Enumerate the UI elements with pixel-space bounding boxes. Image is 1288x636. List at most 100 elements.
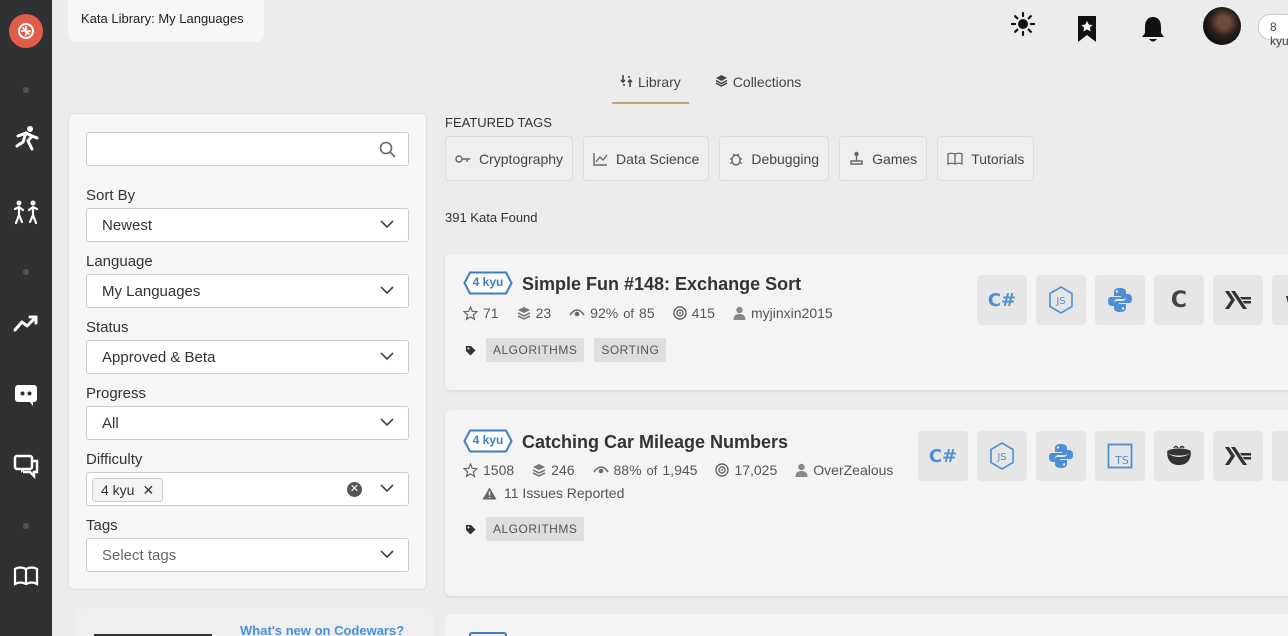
stack-icon bbox=[517, 307, 530, 320]
kata-card[interactable]: 4 kyu Simple Fun #148: Exchange Sort 71 … bbox=[445, 254, 1288, 390]
bookmark-icon[interactable] bbox=[1076, 15, 1098, 48]
target-icon bbox=[715, 463, 730, 477]
clojure-icon[interactable] bbox=[1272, 431, 1288, 481]
docs-icon[interactable] bbox=[0, 565, 52, 587]
library-tabs: Library Collections bbox=[612, 68, 809, 104]
discussions-icon[interactable] bbox=[0, 453, 52, 479]
bug-icon bbox=[730, 153, 743, 166]
avatar[interactable] bbox=[1203, 7, 1241, 45]
javascript-icon[interactable]: JS bbox=[977, 431, 1027, 481]
language-icons: C# JS C bbox=[977, 275, 1288, 325]
featured-tags-title: FEATURED TAGS bbox=[445, 115, 552, 130]
search-icon[interactable] bbox=[379, 141, 396, 163]
eye-icon bbox=[592, 466, 609, 474]
coffeescript-icon[interactable] bbox=[1154, 431, 1204, 481]
stack-icon bbox=[532, 464, 546, 477]
difficulty-select[interactable]: 4 kyu ✕ ✕ bbox=[86, 472, 409, 506]
python-icon[interactable] bbox=[1036, 431, 1086, 481]
kata-title[interactable]: Simple Fun #148: Exchange Sort bbox=[522, 274, 801, 295]
chart-icon bbox=[593, 152, 608, 166]
codewars-logo-icon[interactable] bbox=[0, 14, 52, 48]
svg-text:JS: JS bbox=[996, 452, 1006, 463]
progress-select[interactable]: All bbox=[86, 406, 409, 440]
kata-card[interactable] bbox=[445, 614, 1288, 636]
tag-icon bbox=[466, 524, 476, 534]
chevron-down-icon bbox=[380, 286, 394, 295]
chevron-down-icon bbox=[380, 484, 394, 493]
kyu-badge bbox=[469, 632, 507, 636]
whats-new-link[interactable]: What's new on Codewars? bbox=[240, 623, 404, 636]
kata-title[interactable]: Catching Car Mileage Numbers bbox=[522, 432, 788, 453]
nav-separator bbox=[0, 523, 52, 529]
search-input[interactable] bbox=[86, 132, 409, 166]
sort-by-select[interactable]: Newest bbox=[86, 208, 409, 242]
collections-icon bbox=[715, 75, 728, 87]
tags-select[interactable]: Select tags bbox=[86, 538, 409, 572]
nav-separator bbox=[0, 269, 52, 275]
language-icons: C# JS TS bbox=[918, 431, 1288, 481]
python-icon[interactable] bbox=[1095, 275, 1145, 325]
author-stat[interactable]: myjinxin2015 bbox=[733, 305, 833, 321]
difficulty-chip[interactable]: 4 kyu ✕ bbox=[92, 478, 164, 502]
nav-separator bbox=[0, 87, 52, 93]
status-select[interactable]: Approved & Beta bbox=[86, 340, 409, 374]
rank-badge[interactable]: 8 kyu bbox=[1258, 14, 1288, 48]
target-icon bbox=[672, 306, 687, 320]
stars-stat: 1508 bbox=[463, 462, 514, 478]
user-icon bbox=[795, 463, 808, 477]
kata-card[interactable]: 4 kyu Catching Car Mileage Numbers 1508 … bbox=[445, 410, 1288, 596]
haskell-icon[interactable] bbox=[1213, 275, 1263, 325]
progress-value: All bbox=[102, 415, 119, 432]
kata-tags: ALGORITHMS bbox=[465, 517, 585, 541]
csharp-icon[interactable]: C# bbox=[977, 275, 1027, 325]
star-icon bbox=[463, 462, 478, 478]
library-icon bbox=[620, 75, 633, 87]
tab-collections[interactable]: Collections bbox=[707, 68, 809, 104]
progress-label: Progress bbox=[86, 385, 147, 402]
kata-tag[interactable]: SORTING bbox=[594, 338, 667, 362]
csharp-icon[interactable]: C# bbox=[918, 431, 968, 481]
kata-tag[interactable]: ALGORITHMS bbox=[486, 517, 585, 541]
tags-label: Tags bbox=[86, 517, 118, 534]
kata-found-count: 391 Kata Found bbox=[445, 210, 538, 225]
filter-panel: Sort By Newest Language My Languages Sta… bbox=[68, 113, 427, 590]
training-icon[interactable] bbox=[0, 124, 52, 152]
featured-tag-games[interactable]: Games bbox=[839, 136, 928, 181]
featured-tag-tutorials[interactable]: Tutorials bbox=[937, 136, 1035, 181]
theme-sun-icon[interactable] bbox=[1010, 11, 1036, 41]
coffeescript-icon[interactable] bbox=[1272, 275, 1288, 325]
stars-stat: 71 bbox=[463, 305, 499, 321]
kata-tag[interactable]: ALGORITHMS bbox=[486, 338, 585, 362]
joystick-icon bbox=[850, 151, 863, 165]
kata-tags: ALGORITHMS SORTING bbox=[465, 338, 667, 362]
notification-bell-icon[interactable] bbox=[1140, 15, 1166, 48]
tab-library[interactable]: Library bbox=[612, 68, 689, 104]
discord-icon[interactable] bbox=[0, 382, 52, 408]
chevron-down-icon bbox=[380, 352, 394, 361]
status-value: Approved & Beta bbox=[102, 349, 216, 366]
language-select[interactable]: My Languages bbox=[86, 274, 409, 308]
featured-tag-debugging[interactable]: Debugging bbox=[719, 136, 830, 181]
haskell-icon[interactable] bbox=[1213, 431, 1263, 481]
kyu-badge: 4 kyu bbox=[463, 271, 513, 295]
practice-icon[interactable] bbox=[0, 198, 52, 226]
sort-by-label: Sort By bbox=[86, 187, 136, 204]
remove-chip-icon[interactable]: ✕ bbox=[142, 482, 154, 498]
svg-text:JS: JS bbox=[1055, 296, 1065, 307]
book-icon bbox=[947, 152, 963, 165]
clear-icon[interactable]: ✕ bbox=[347, 482, 362, 497]
whats-new-panel: What's new on Codewars? bbox=[76, 608, 434, 636]
issues-reported[interactable]: 11 Issues Reported bbox=[482, 485, 624, 501]
left-nav-rail bbox=[0, 0, 52, 636]
featured-tag-cryptography[interactable]: Cryptography bbox=[445, 136, 574, 181]
featured-tag-data-science[interactable]: Data Science bbox=[583, 136, 710, 181]
typescript-icon[interactable]: TS bbox=[1095, 431, 1145, 481]
collections-stat: 23 bbox=[517, 305, 551, 321]
satisfaction-stat: 88% of 1,945 bbox=[592, 462, 697, 478]
javascript-icon[interactable]: JS bbox=[1036, 275, 1086, 325]
author-stat[interactable]: OverZealous bbox=[795, 462, 893, 478]
star-icon bbox=[463, 305, 478, 321]
user-icon bbox=[733, 306, 746, 320]
c-icon[interactable]: C bbox=[1154, 275, 1204, 325]
leaderboard-icon[interactable] bbox=[0, 312, 52, 334]
